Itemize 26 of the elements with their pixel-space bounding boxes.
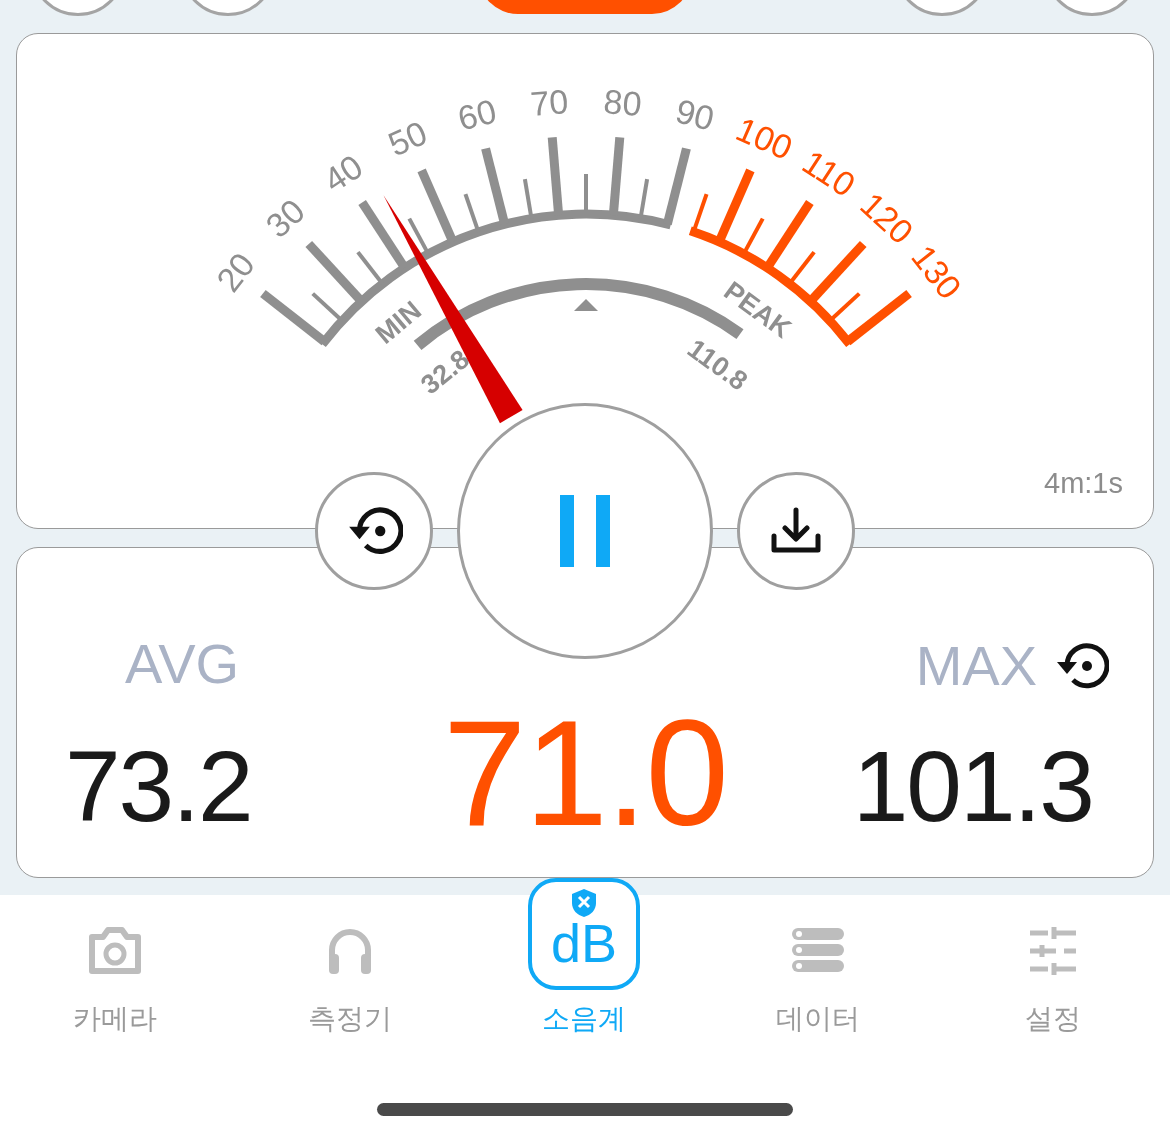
triangle-marker [574,299,598,311]
avg-label: AVG [125,636,240,697]
shield-icon [570,888,598,918]
avg-value: 73.2 [65,736,252,836]
tab-item[interactable]: 카메라 [0,878,233,1038]
camera-icon [88,927,143,975]
scale-label: 40 [316,146,370,200]
tab-item[interactable]: 설정 [935,878,1170,1038]
scale-label: 20 [208,245,262,299]
scale-label: 70 [528,82,570,123]
list-icon [792,928,845,974]
max-value: 101.3 [852,736,1093,836]
scale-label: 50 [382,113,433,164]
elapsed-time: 4m:1s [1044,467,1123,500]
scale-label: 30 [258,191,312,245]
scale-label: 60 [454,91,500,138]
sliders-icon [1029,927,1076,975]
scale-label: 90 [672,91,718,138]
tab-item[interactable]: 측정기 [232,878,467,1038]
max-label: MAX [915,638,1037,694]
current-level: 71.0 [443,698,727,848]
tab-item[interactable]: dB 소음계 [466,878,702,1038]
decibel-logo: dB [528,878,640,990]
tab-item[interactable]: 데이터 [701,878,936,1038]
scale-label: 80 [602,82,644,123]
download-icon [770,506,822,556]
